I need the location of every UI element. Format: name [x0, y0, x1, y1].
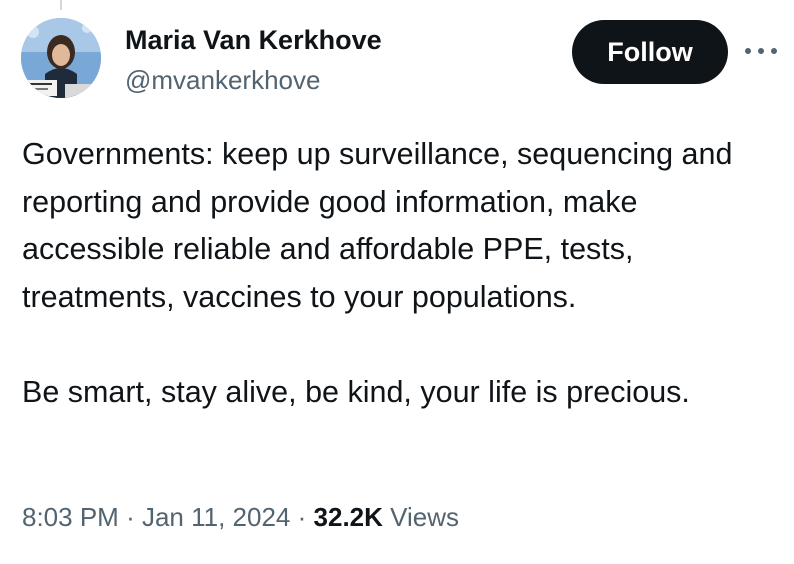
- follow-button[interactable]: Follow: [572, 20, 728, 84]
- views-label: Views: [390, 502, 460, 532]
- separator: ·: [297, 502, 307, 532]
- profile-photo-icon: [21, 18, 101, 98]
- separator: ·: [126, 502, 135, 532]
- views-count: 32.2K: [313, 502, 383, 532]
- author-handle[interactable]: @mvankerkhove: [125, 64, 320, 96]
- dot-icon: [771, 48, 777, 54]
- more-options-icon[interactable]: [745, 44, 777, 58]
- tweet-paragraph: Governments: keep up surveillance, seque…: [22, 137, 733, 314]
- dot-icon: [758, 48, 764, 54]
- tweet-time[interactable]: 8:03 PM: [22, 502, 119, 532]
- tweet-body: Governments: keep up surveillance, seque…: [22, 131, 782, 416]
- tweet-paragraph: Be smart, stay alive, be kind, your life…: [22, 374, 690, 409]
- author-avatar[interactable]: [21, 18, 101, 98]
- author-name[interactable]: Maria Van Kerkhove: [125, 24, 382, 56]
- tweet-date[interactable]: Jan 11, 2024: [142, 502, 290, 532]
- thread-connector-line: [60, 0, 62, 10]
- tweet-metadata: 8:03 PM · Jan 11, 2024 · 32.2K Views: [22, 497, 459, 537]
- dot-icon: [745, 48, 751, 54]
